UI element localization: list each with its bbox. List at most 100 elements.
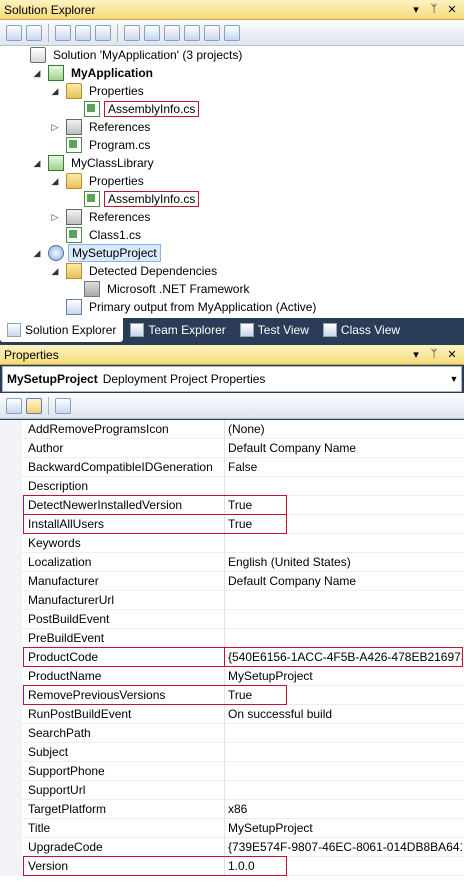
property-row[interactable]: Localization English (United States) — [0, 553, 464, 572]
tree-item[interactable]: AssemblyInfo.cs — [68, 100, 200, 118]
property-row[interactable]: RunPostBuildEvent On successful build — [0, 705, 464, 724]
property-value[interactable] — [226, 610, 462, 629]
property-value[interactable]: {739E574F-9807-46EC-8061-014DB8BA641E} — [226, 838, 462, 857]
auto-hide-pin-icon[interactable]: ᛘ — [428, 3, 440, 16]
auto-hide-pin-icon[interactable]: ᛘ — [428, 348, 440, 361]
collapse-arrow-icon[interactable]: ◢ — [32, 248, 42, 259]
file-types-editor-icon[interactable] — [164, 24, 180, 41]
property-value[interactable]: True — [226, 515, 462, 534]
property-value[interactable]: True — [226, 496, 462, 515]
properties-icon[interactable] — [6, 24, 22, 41]
property-row[interactable]: Description — [0, 477, 464, 496]
property-pages-icon[interactable] — [55, 397, 71, 414]
collapse-arrow-icon[interactable]: ◢ — [32, 68, 42, 79]
property-row[interactable]: RemovePreviousVersions True — [0, 685, 464, 705]
user-interface-editor-icon[interactable] — [184, 24, 200, 41]
property-row[interactable]: BackwardCompatibleIDGeneration False — [0, 458, 464, 477]
tab-test-view[interactable]: Test View — [233, 318, 316, 342]
collapse-arrow-icon[interactable]: ◢ — [50, 266, 60, 277]
property-row[interactable]: Keywords — [0, 534, 464, 553]
registry-editor-icon[interactable] — [144, 24, 160, 41]
property-value[interactable] — [226, 477, 462, 496]
property-value[interactable] — [226, 743, 462, 762]
property-row[interactable]: InstallAllUsers True — [0, 514, 464, 534]
custom-actions-editor-icon[interactable] — [204, 24, 220, 41]
property-value[interactable]: True — [226, 686, 462, 705]
property-row[interactable]: SearchPath — [0, 724, 464, 743]
property-value[interactable] — [226, 534, 462, 553]
show-all-files-icon[interactable] — [26, 24, 42, 41]
property-value[interactable]: Default Company Name — [226, 439, 462, 458]
launch-conditions-editor-icon[interactable] — [224, 24, 240, 41]
window-position-dropdown-icon[interactable]: ▾ — [410, 348, 422, 361]
refresh-icon[interactable] — [55, 24, 71, 41]
tree-item[interactable]: ◢ Properties — [50, 82, 147, 100]
tree-item[interactable]: Program.cs — [50, 136, 153, 154]
property-row[interactable]: ProductName MySetupProject — [0, 667, 464, 686]
property-row[interactable]: SupportPhone — [0, 762, 464, 781]
collapse-arrow-icon[interactable]: ◢ — [32, 158, 42, 169]
collapse-arrow-icon[interactable]: ◢ — [50, 176, 60, 187]
property-value[interactable]: MySetupProject — [226, 819, 462, 838]
property-row[interactable]: PostBuildEvent — [0, 610, 464, 629]
collapse-arrow-icon[interactable]: ◢ — [50, 86, 60, 97]
property-value[interactable] — [226, 591, 462, 610]
property-row[interactable]: Title MySetupProject — [0, 819, 464, 838]
property-row[interactable]: PreBuildEvent — [0, 629, 464, 648]
close-icon[interactable]: ✕ — [446, 348, 458, 361]
property-value[interactable]: {540E6156-1ACC-4F5B-A426-478EB2169730} — [226, 648, 462, 667]
property-name: Keywords — [28, 536, 81, 550]
property-value[interactable]: (None) — [226, 420, 462, 439]
property-row[interactable]: ManufacturerUrl — [0, 591, 464, 610]
property-value[interactable]: x86 — [226, 800, 462, 819]
csharp-project-icon — [48, 155, 64, 171]
object-selector[interactable]: MySetupProject Deployment Project Proper… — [2, 366, 462, 392]
window-position-dropdown-icon[interactable]: ▾ — [410, 3, 422, 16]
property-value[interactable] — [226, 629, 462, 648]
property-row[interactable]: UpgradeCode {739E574F-9807-46EC-8061-014D… — [0, 838, 464, 857]
property-value[interactable]: On successful build — [226, 705, 462, 724]
row-gutter — [0, 553, 22, 572]
property-value[interactable]: Default Company Name — [226, 572, 462, 591]
property-row[interactable]: DetectNewerInstalledVersion True — [0, 495, 464, 515]
tree-item[interactable]: AssemblyInfo.cs — [68, 190, 200, 208]
property-value[interactable]: MySetupProject — [226, 667, 462, 686]
alphabetical-icon[interactable] — [26, 397, 42, 414]
tab-team-explorer[interactable]: Team Explorer — [123, 318, 232, 342]
property-row[interactable]: AddRemoveProgramsIcon (None) — [0, 420, 464, 439]
tree-item[interactable]: ▷ References — [50, 118, 153, 136]
close-icon[interactable]: ✕ — [446, 3, 458, 16]
property-row[interactable]: Version 1.0.0 — [0, 856, 464, 876]
property-value[interactable] — [226, 762, 462, 781]
tree-item[interactable]: Microsoft .NET Framework — [68, 280, 252, 298]
tab-class-view[interactable]: Class View — [316, 318, 407, 342]
property-value[interactable]: English (United States) — [226, 553, 462, 572]
tab-solution-explorer[interactable]: Solution Explorer — [0, 318, 124, 342]
property-value[interactable] — [226, 781, 462, 800]
property-row[interactable]: Manufacturer Default Company Name — [0, 572, 464, 591]
property-value[interactable]: False — [226, 458, 462, 477]
view-code-icon[interactable] — [75, 24, 91, 41]
property-row[interactable]: TargetPlatform x86 — [0, 800, 464, 819]
tree-item[interactable]: Primary output from MyApplication (Activ… — [50, 298, 319, 316]
tree-item[interactable]: ◢ MyClassLibrary — [32, 154, 157, 172]
expand-arrow-icon[interactable]: ▷ — [50, 212, 60, 223]
property-row[interactable]: ProductCode {540E6156-1ACC-4F5B-A426-478E… — [0, 647, 464, 667]
property-value[interactable] — [226, 724, 462, 743]
file-system-editor-icon[interactable] — [124, 24, 140, 41]
tree-item[interactable]: ◢ Properties — [50, 172, 147, 190]
chevron-down-icon[interactable]: ▼ — [447, 374, 461, 384]
tree-item[interactable]: Solution 'MyApplication' (3 projects) — [14, 46, 245, 64]
tree-item[interactable]: ▷ References — [50, 208, 153, 226]
categorized-icon[interactable] — [6, 397, 22, 414]
tree-item[interactable]: ◢ MySetupProject — [32, 244, 161, 262]
property-value[interactable]: 1.0.0 — [226, 857, 462, 876]
tree-item[interactable]: Class1.cs — [50, 226, 144, 244]
property-row[interactable]: SupportUrl — [0, 781, 464, 800]
property-row[interactable]: Author Default Company Name — [0, 439, 464, 458]
expand-arrow-icon[interactable]: ▷ — [50, 122, 60, 133]
tree-item[interactable]: ◢ MyApplication — [32, 64, 156, 82]
view-designer-icon[interactable] — [95, 24, 111, 41]
property-row[interactable]: Subject — [0, 743, 464, 762]
tree-item[interactable]: ◢ Detected Dependencies — [50, 262, 220, 280]
